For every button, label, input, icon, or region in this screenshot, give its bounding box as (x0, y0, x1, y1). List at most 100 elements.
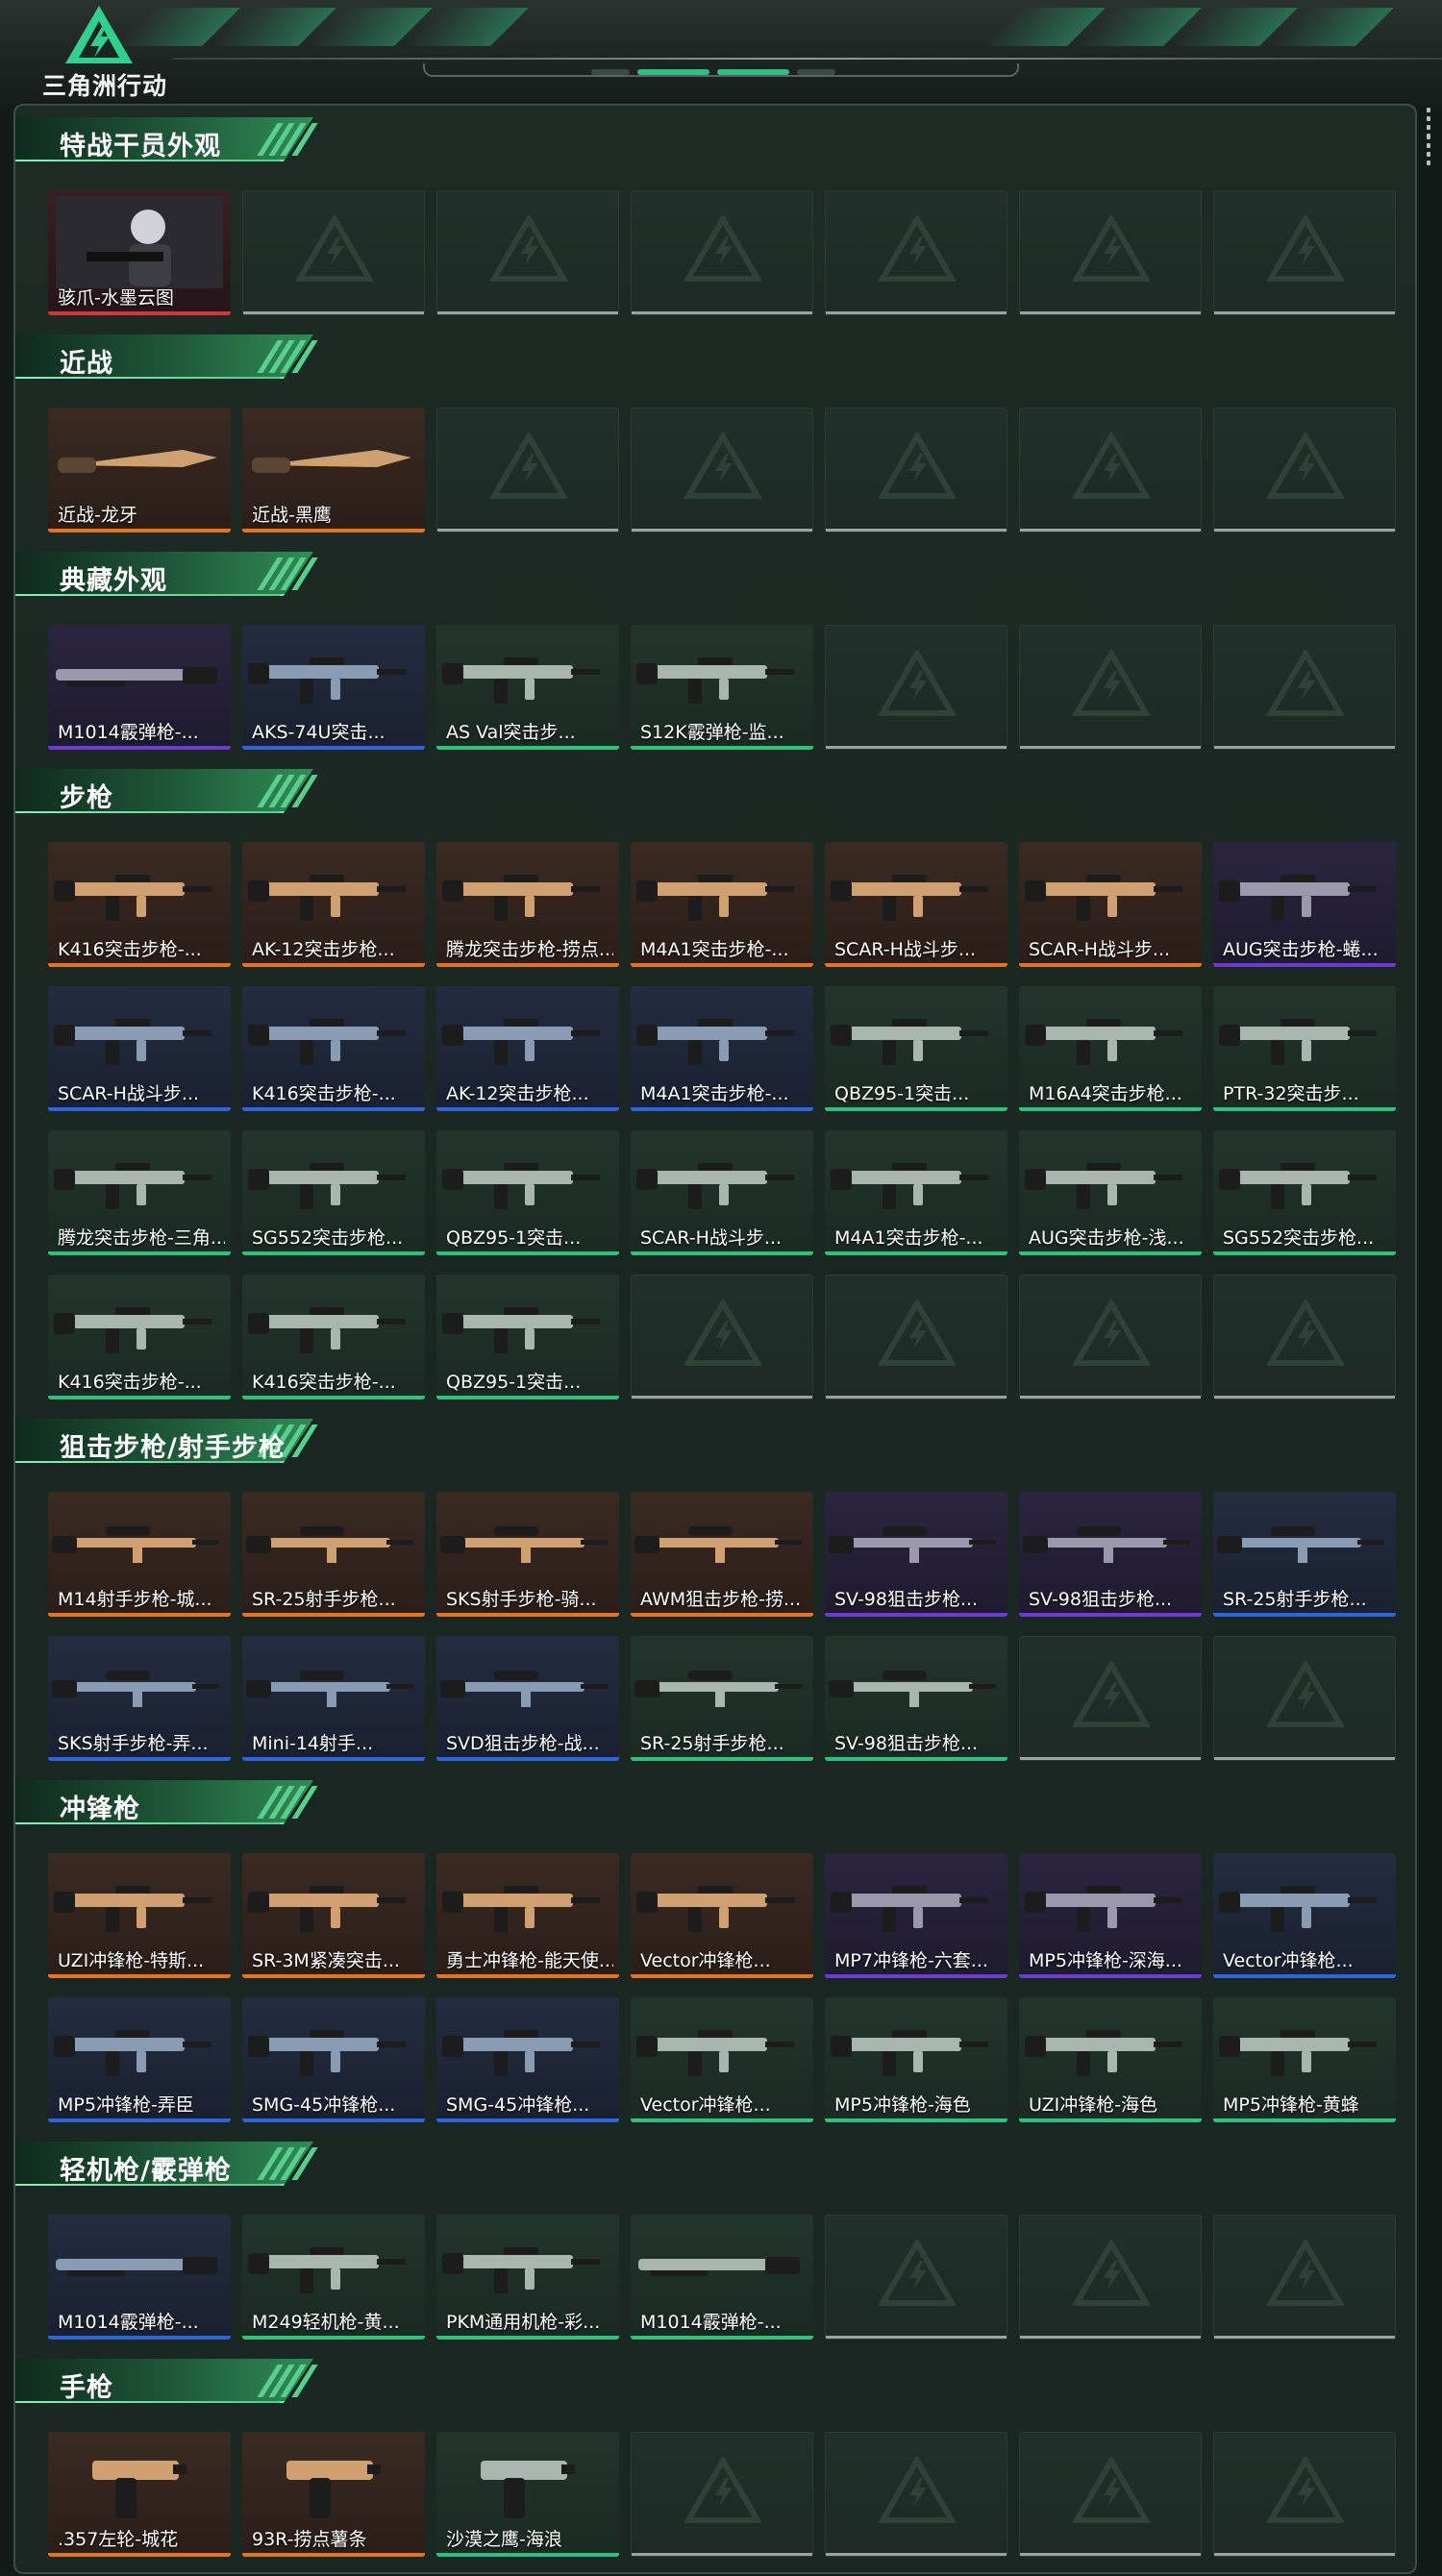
skin-card[interactable]: 近战-黑鹰 (242, 408, 425, 533)
skin-card-label: AUG突击步枪-浅... (1029, 1227, 1184, 1249)
skin-card[interactable]: SCAR-H战斗步... (48, 986, 231, 1111)
page-dot-1[interactable] (591, 69, 630, 75)
skin-card[interactable]: AS Val突击步... (436, 625, 619, 750)
skin-card[interactable]: MP5冲锋枪-弄臣 (48, 1997, 231, 2122)
skin-card-label: SR-25射手步枪... (252, 1589, 396, 1610)
skin-card[interactable]: K416突击步枪-... (242, 986, 425, 1111)
skin-card[interactable]: M1014霰弹枪-... (631, 2215, 813, 2340)
skin-card[interactable]: SR-3M紧凑突击... (242, 1853, 425, 1978)
skin-card[interactable]: SV-98狙击步枪... (1019, 1492, 1202, 1617)
section-title: 步枪 (60, 783, 113, 813)
skin-card[interactable]: 近战-龙牙 (48, 408, 231, 533)
skin-card[interactable]: M16A4突击步枪... (1019, 986, 1202, 1111)
skin-card[interactable]: Vector冲锋枪... (631, 1853, 813, 1978)
skin-card[interactable]: AKS-74U突击... (242, 625, 425, 750)
rarity-bar (1019, 1974, 1202, 1978)
smg-icon (1025, 1886, 1182, 1932)
skin-card-label: M1014霰弹枪-... (640, 2312, 782, 2333)
section-header-hatch (257, 123, 318, 156)
scrollbar[interactable] (1427, 108, 1432, 165)
skin-card[interactable]: 勇士冲锋枪-能天使... (436, 1853, 619, 1978)
skin-card[interactable]: SMG-45冲锋枪... (436, 1997, 619, 2122)
rarity-bar (242, 1974, 425, 1978)
skin-card[interactable]: AK-12突击步枪... (242, 842, 425, 967)
skin-card[interactable]: SVD狙击步枪-战... (436, 1636, 619, 1761)
shotgun-icon (56, 2257, 217, 2276)
skin-card[interactable]: M14射手步枪-城... (48, 1492, 231, 1617)
section-header: 特战干员外观 (15, 117, 333, 161)
skin-card[interactable]: UZI冲锋枪-特斯... (48, 1853, 231, 1978)
skin-card-label: 近战-黑鹰 (252, 505, 332, 526)
skin-card[interactable]: 腾龙突击步枪-三角... (48, 1130, 231, 1255)
skin-card[interactable]: PKM通用机枪-彩... (436, 2215, 619, 2340)
sniper-icon (52, 1526, 219, 1563)
skin-card[interactable]: MP5冲锋枪-海色 (825, 1997, 1007, 2122)
smg-icon (248, 1886, 406, 1932)
skin-card[interactable]: M4A1突击步枪-... (631, 842, 813, 967)
rifle-icon (831, 1163, 988, 1209)
skin-card[interactable]: SMG-45冲锋枪... (242, 1997, 425, 2122)
skin-card[interactable]: K416突击步枪-... (48, 1275, 231, 1399)
skin-card[interactable]: AWM狙击步枪-捞... (631, 1492, 813, 1617)
skin-card[interactable]: M249轻机枪-黄... (242, 2215, 425, 2340)
skin-card[interactable]: MP5冲锋枪-黄蜂 (1213, 1997, 1396, 2122)
skin-card[interactable]: .357左轮-城花 (48, 2432, 231, 2557)
skin-card[interactable]: QBZ95-1突击... (825, 986, 1007, 1111)
skin-card-label: 93R-捞点薯条 (252, 2529, 367, 2550)
skin-card[interactable]: SCAR-H战斗步... (825, 842, 1007, 967)
skin-card[interactable]: K416突击步枪-... (242, 1275, 425, 1399)
skin-card[interactable]: S12K霰弹枪-监... (631, 625, 813, 750)
skin-card[interactable]: SCAR-H战斗步... (631, 1130, 813, 1255)
skin-card[interactable]: Mini-14射手... (242, 1636, 425, 1761)
skin-card[interactable]: SR-25射手步枪... (631, 1636, 813, 1761)
skin-card-label: SV-98狙击步枪... (1029, 1589, 1173, 1610)
page-dot-3[interactable] (717, 69, 789, 75)
skin-card[interactable]: 沙漠之鹰-海浪 (436, 2432, 619, 2557)
page-dot-2-active[interactable] (637, 69, 709, 75)
skin-card[interactable]: PTR-32突击步... (1213, 986, 1396, 1111)
skin-card[interactable]: 腾龙突击步枪-捞点... (436, 842, 619, 967)
skin-card[interactable]: M1014霰弹枪-... (48, 2215, 231, 2340)
page-dot-4[interactable] (797, 69, 835, 75)
skin-card[interactable]: SR-25射手步枪... (242, 1492, 425, 1617)
skin-card[interactable]: K416突击步枪-... (48, 842, 231, 967)
skin-card[interactable]: AK-12突击步枪... (436, 986, 619, 1111)
skin-card[interactable]: SV-98狙击步枪... (825, 1636, 1007, 1761)
skin-card[interactable]: SG552突击步枪... (242, 1130, 425, 1255)
page-indicator[interactable] (591, 69, 835, 75)
skin-card[interactable]: M4A1突击步枪-... (825, 1130, 1007, 1255)
skin-card[interactable]: SKS射手步枪-骑... (436, 1492, 619, 1617)
rarity-bar (436, 1396, 619, 1399)
skin-card[interactable]: AUG突击步枪-蜷... (1213, 842, 1396, 967)
skin-card[interactable]: M1014霰弹枪-... (48, 625, 231, 750)
rarity-bar (242, 1396, 425, 1399)
skin-card[interactable]: MP5冲锋枪-深海... (1019, 1853, 1202, 1978)
skin-card[interactable]: 93R-捞点薯条 (242, 2432, 425, 2557)
skin-card[interactable]: QBZ95-1突击... (436, 1275, 619, 1399)
skin-card-label: SCAR-H战斗步... (58, 1083, 200, 1104)
placeholder-delta-icon (1267, 433, 1344, 499)
skin-card[interactable]: Vector冲锋枪... (1213, 1853, 1396, 1978)
empty-slot-bar (1214, 746, 1395, 749)
rarity-bar (436, 1107, 619, 1111)
empty-slot-bar (1020, 529, 1201, 532)
section-header-hatch (257, 2147, 318, 2180)
skin-card[interactable]: UZI冲锋枪-海色 (1019, 1997, 1202, 2122)
skin-card[interactable]: 骇爪-水墨云图 (48, 190, 231, 315)
rarity-bar (48, 311, 231, 315)
placeholder-delta-icon (879, 1300, 956, 1366)
skin-card[interactable]: QBZ95-1突击... (436, 1130, 619, 1255)
skin-card[interactable]: MP7冲锋枪-六套... (825, 1853, 1007, 1978)
skin-card[interactable]: M4A1突击步枪-... (631, 986, 813, 1111)
skin-card[interactable]: SV-98狙击步枪... (825, 1492, 1007, 1617)
empty-slot-bar (1020, 2336, 1201, 2339)
skin-card[interactable]: AUG突击步枪-浅... (1019, 1130, 1202, 1255)
skin-card[interactable]: SKS射手步枪-弄... (48, 1636, 231, 1761)
skin-card[interactable]: Vector冲锋枪... (631, 1997, 813, 2122)
skin-card-label: SR-25射手步枪... (640, 1733, 784, 1754)
skin-card-label: AWM狙击步枪-捞... (640, 1589, 802, 1610)
skin-card[interactable]: SG552突击步枪... (1213, 1130, 1396, 1255)
skin-card[interactable]: SR-25射手步枪... (1213, 1492, 1396, 1617)
skin-card[interactable]: SCAR-H战斗步... (1019, 842, 1202, 967)
empty-slot-bar (826, 2553, 1007, 2556)
